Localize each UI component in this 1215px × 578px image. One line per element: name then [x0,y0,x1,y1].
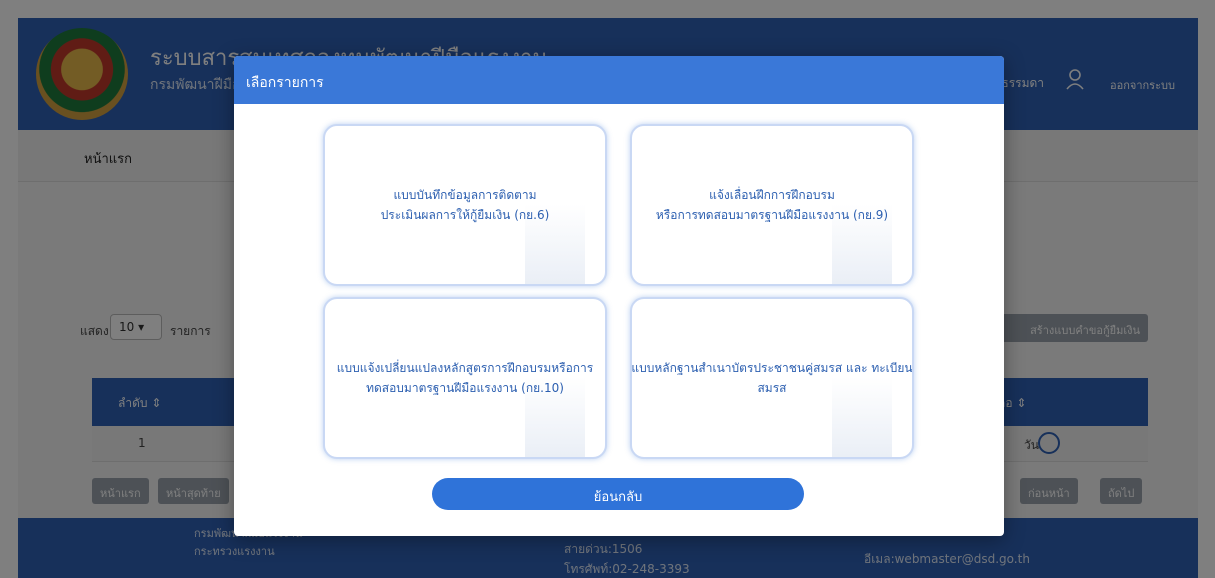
card-line1: แบบหลักฐานสำเนาบัตรประชาชนคู่สมรส และ ทะ… [631,361,913,375]
option-card-spouse-id[interactable]: แบบหลักฐานสำเนาบัตรประชาชนคู่สมรส และ ทะ… [630,297,914,459]
option-card-ky10[interactable]: แบบแจ้งเปลี่ยนแปลงหลักสูตรการฝึกอบรมหรือ… [323,297,607,459]
option-card-ky6[interactable]: แบบบันทึกข้อมูลการติดตาม ประเมินผลการให้… [323,124,607,286]
back-button[interactable]: ย้อนกลับ [432,478,804,510]
card-decoration [832,377,892,457]
card-line1: แจ้งเลื่อนฝึกการฝึกอบรม [709,188,835,202]
option-card-ky9[interactable]: แจ้งเลื่อนฝึกการฝึกอบรม หรือการทดสอบมาตร… [630,124,914,286]
card-line2: ประเมินผลการให้กู้ยืมเงิน (กย.6) [380,208,550,222]
modal-header: เลือกรายการ [234,56,1004,104]
card-line2: สมรส [757,381,787,395]
card-line2: ทดสอบมาตรฐานฝีมือแรงงาน (กย.10) [366,381,564,395]
card-line1: แบบบันทึกข้อมูลการติดตาม [393,188,537,202]
select-item-modal: เลือกรายการ แบบบันทึกข้อมูลการติดตาม ประ… [234,56,1004,536]
card-line2: หรือการทดสอบมาตรฐานฝีมือแรงงาน (กย.9) [655,208,889,222]
card-line1: แบบแจ้งเปลี่ยนแปลงหลักสูตรการฝึกอบรมหรือ… [336,361,594,375]
modal-title: เลือกรายการ [246,75,324,91]
